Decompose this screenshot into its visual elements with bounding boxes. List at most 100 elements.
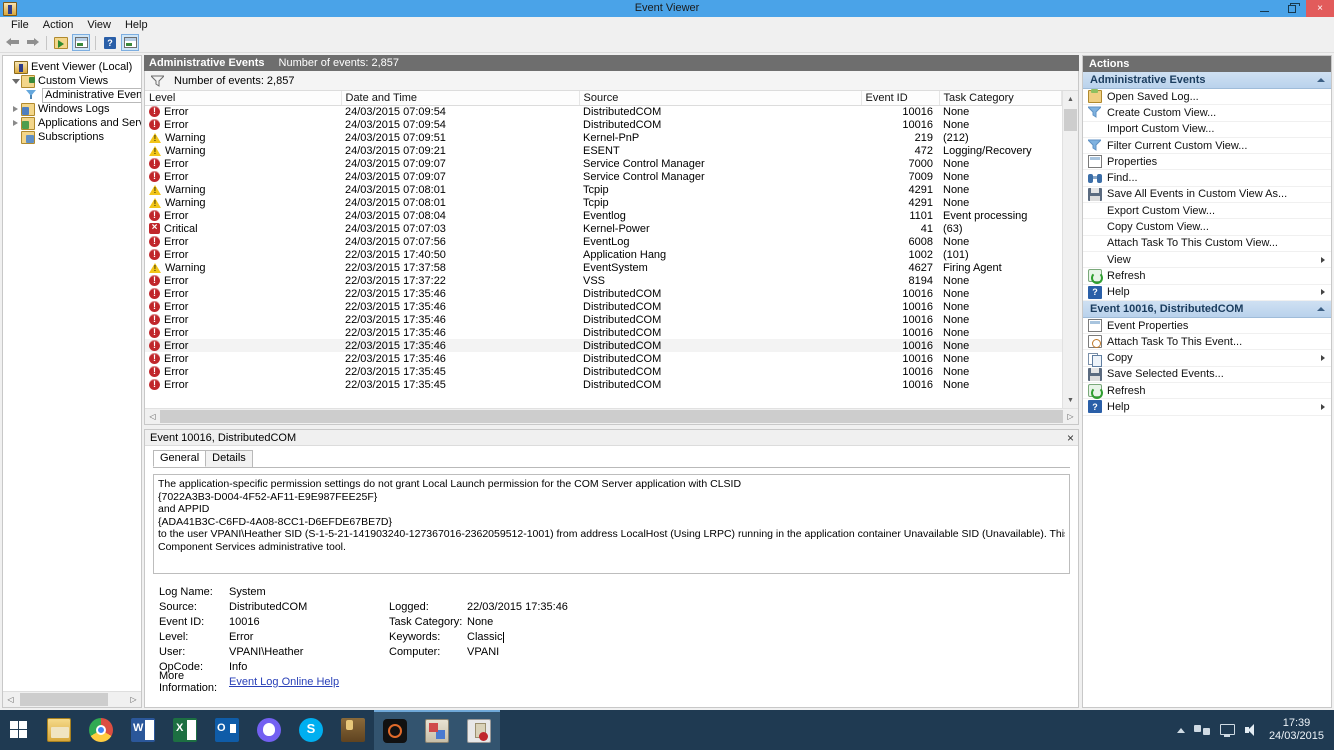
filter-bar[interactable]: Number of events: 2,857 bbox=[145, 71, 1078, 91]
action-item[interactable]: ? Help bbox=[1083, 399, 1331, 416]
taskbar-item-file-explorer[interactable] bbox=[38, 710, 80, 750]
hscroll-right-button[interactable]: ▷ bbox=[1063, 409, 1078, 424]
table-row[interactable]: Error22/03/2015 17:35:46DistributedCOM10… bbox=[145, 339, 1062, 352]
table-row[interactable]: Error 24/03/2015 07:08:04 Eventlog 1101 Even… bbox=[145, 209, 1062, 222]
action-item[interactable]: Attach Task To This Custom View... bbox=[1083, 236, 1331, 252]
taskbar-item-google-chrome[interactable] bbox=[80, 710, 122, 750]
tree-node-subscriptions[interactable]: Subscriptions bbox=[3, 130, 141, 144]
tree-node-windows-logs[interactable]: Windows Logs bbox=[3, 102, 141, 116]
column-header-event-id[interactable]: Event ID bbox=[861, 91, 940, 106]
scroll-left-button[interactable]: ◁ bbox=[3, 692, 18, 707]
show-hide-console-tree-button[interactable] bbox=[52, 34, 70, 51]
taskbar-item-viber[interactable] bbox=[248, 710, 290, 750]
hscroll-thumb[interactable] bbox=[160, 410, 1063, 423]
taskbar-item-colorful-app[interactable] bbox=[416, 710, 458, 750]
chevron-up-icon[interactable] bbox=[1317, 78, 1325, 82]
action-item[interactable]: Save Selected Events... bbox=[1083, 367, 1331, 384]
maximize-button[interactable] bbox=[1278, 0, 1306, 17]
table-row[interactable]: Warning 24/03/2015 07:08:01 Tcpip 4291 None bbox=[145, 196, 1062, 209]
action-item[interactable]: Event Properties bbox=[1083, 318, 1331, 335]
table-row[interactable]: Error 22/03/2015 17:37:22 VSS 8194 None bbox=[145, 274, 1062, 287]
show-hide-action-pane-button[interactable] bbox=[72, 34, 90, 51]
table-row[interactable]: Error 22/03/2015 17:40:50 Application Hang… bbox=[145, 248, 1062, 261]
tab-general[interactable]: General bbox=[153, 450, 207, 467]
taskbar-item-event-viewer[interactable] bbox=[458, 710, 500, 750]
back-button[interactable] bbox=[3, 34, 21, 51]
taskbar-item-microsoft-outlook[interactable] bbox=[206, 710, 248, 750]
action-item[interactable]: Export Custom View... bbox=[1083, 203, 1331, 220]
column-header-level[interactable]: Level bbox=[145, 91, 342, 106]
table-row[interactable]: Error22/03/2015 17:35:46DistributedCOM10… bbox=[145, 326, 1062, 339]
action-item[interactable]: Open Saved Log... bbox=[1083, 89, 1331, 106]
action-item[interactable]: ? Help bbox=[1083, 285, 1331, 301]
scroll-thumb[interactable] bbox=[20, 693, 108, 706]
tree-node-event-viewer-local[interactable]: Event Viewer (Local) bbox=[3, 60, 141, 74]
table-row[interactable]: Error22/03/2015 17:35:46DistributedCOM10… bbox=[145, 300, 1062, 313]
table-row[interactable]: Error 24/03/2015 07:09:54 DistributedCOM 10… bbox=[145, 118, 1062, 131]
action-item[interactable]: Filter Current Custom View... bbox=[1083, 138, 1331, 155]
scroll-down-button[interactable]: ▼ bbox=[1063, 392, 1078, 408]
action-item[interactable]: Refresh bbox=[1083, 383, 1331, 400]
menu-item-action[interactable]: Action bbox=[36, 18, 81, 32]
table-row[interactable]: Error22/03/2015 17:35:46DistributedCOM10… bbox=[145, 352, 1062, 365]
table-row[interactable]: Error 22/03/2015 17:35:45 DistributedCOM 10… bbox=[145, 365, 1062, 378]
speaker-icon[interactable] bbox=[1244, 722, 1260, 738]
action-item[interactable]: Properties bbox=[1083, 154, 1331, 171]
taskbar-item-microsoft-excel[interactable] bbox=[164, 710, 206, 750]
chevron-right-icon[interactable] bbox=[1321, 355, 1325, 362]
menu-item-file[interactable]: File bbox=[4, 18, 36, 32]
tree-node-applications-and-services-logs[interactable]: Applications and Services Lo bbox=[3, 116, 141, 130]
taskbar-item-microsoft-word[interactable] bbox=[122, 710, 164, 750]
tree-node-custom-views[interactable]: Custom Views bbox=[3, 74, 141, 88]
chevron-right-icon[interactable] bbox=[1321, 256, 1325, 263]
expander-closed-2[interactable] bbox=[10, 116, 21, 130]
expander-closed[interactable] bbox=[10, 102, 21, 116]
help-button[interactable]: ? bbox=[101, 34, 119, 51]
action-item[interactable]: Import Custom View... bbox=[1083, 122, 1331, 138]
table-row[interactable]: Error 24/03/2015 07:09:07 Service Control … bbox=[145, 157, 1062, 170]
column-header-date-and-time[interactable]: Date and Time bbox=[341, 91, 580, 106]
table-row[interactable]: Error22/03/2015 17:35:46DistributedCOM10… bbox=[145, 287, 1062, 300]
chevron-up-icon[interactable] bbox=[1317, 306, 1325, 311]
action-item[interactable]: Attach Task To This Event... bbox=[1083, 334, 1331, 351]
clock[interactable]: 17:39 24/03/2015 bbox=[1269, 717, 1328, 743]
scroll-track[interactable] bbox=[18, 692, 126, 707]
action-item[interactable]: Save All Events in Custom View As... bbox=[1083, 187, 1331, 204]
chevron-up-icon[interactable] bbox=[1176, 727, 1185, 733]
close-icon[interactable]: × bbox=[1067, 432, 1074, 444]
vertical-scroll-thumb[interactable] bbox=[1064, 109, 1077, 131]
minimize-button[interactable] bbox=[1250, 0, 1278, 17]
table-row[interactable]: Error 24/03/2015 07:09:54 DistributedCOM 10… bbox=[145, 105, 1062, 118]
chevron-right-icon[interactable] bbox=[1321, 289, 1325, 296]
table-row[interactable]: Error 24/03/2015 07:09:07 Service Control … bbox=[145, 170, 1062, 183]
expander-open[interactable] bbox=[10, 74, 21, 88]
close-button[interactable]: × bbox=[1306, 0, 1334, 17]
forward-button[interactable] bbox=[23, 34, 41, 51]
event-log-online-help-link[interactable]: Event Log Online Help bbox=[229, 676, 389, 688]
chevron-right-icon[interactable] bbox=[1321, 403, 1325, 410]
tab-details[interactable]: Details bbox=[205, 450, 253, 467]
event-list-vertical-scrollbar[interactable]: ▲ ▼ bbox=[1062, 91, 1078, 408]
menu-item-view[interactable]: View bbox=[80, 18, 118, 32]
table-row[interactable]: Error 22/03/2015 17:35:45 DistributedCOM 10… bbox=[145, 378, 1062, 391]
taskbar-item-camera-app[interactable] bbox=[374, 710, 416, 750]
show-hide-preview-pane-button[interactable] bbox=[121, 34, 139, 51]
scroll-up-button[interactable]: ▲ bbox=[1063, 91, 1078, 107]
action-item[interactable]: View bbox=[1083, 252, 1331, 269]
hscroll-left-button[interactable]: ◁ bbox=[145, 409, 160, 424]
action-item[interactable]: Copy Custom View... bbox=[1083, 219, 1331, 236]
network-icon[interactable] bbox=[1193, 722, 1210, 738]
event-message-box[interactable]: The application-specific permission sett… bbox=[153, 474, 1070, 574]
actions-group-header[interactable]: Event 10016, DistributedCOM bbox=[1083, 300, 1331, 318]
taskbar-item-paint[interactable] bbox=[332, 710, 374, 750]
tree-horizontal-scrollbar[interactable]: ◁ ▷ bbox=[3, 691, 141, 707]
table-row[interactable]: Critical 24/03/2015 07:07:03 Kernel-Power 4… bbox=[145, 222, 1062, 235]
table-row[interactable]: Error 24/03/2015 07:07:56 EventLog 6008 None bbox=[145, 235, 1062, 248]
taskbar-item-skype[interactable] bbox=[290, 710, 332, 750]
action-item[interactable]: Create Custom View... bbox=[1083, 105, 1331, 122]
table-row[interactable]: Warning 24/03/2015 07:09:51 Kernel-PnP 219 (… bbox=[145, 131, 1062, 144]
column-header-source[interactable]: Source bbox=[579, 91, 862, 106]
monitor-icon[interactable] bbox=[1219, 722, 1235, 738]
column-header-task-category[interactable]: Task Category bbox=[939, 91, 1062, 106]
action-item[interactable]: Find... bbox=[1083, 170, 1331, 187]
